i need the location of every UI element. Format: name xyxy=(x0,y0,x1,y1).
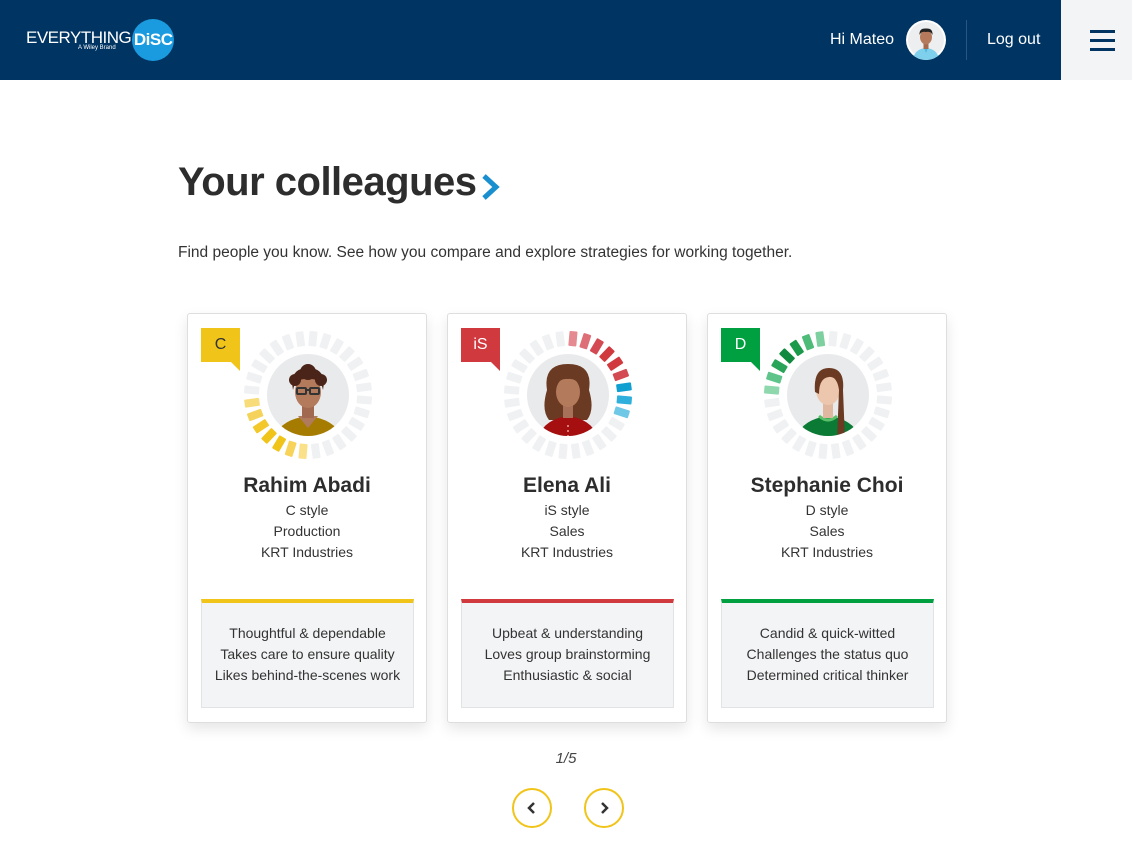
disc-style-badge: iS xyxy=(461,328,500,362)
trait: Challenges the status quo xyxy=(722,644,933,665)
user-greeting: Hi Mateo xyxy=(830,31,894,49)
menu-button[interactable] xyxy=(1061,0,1132,80)
page-title: Your colleagues xyxy=(178,160,477,205)
trait: Enthusiastic & social xyxy=(462,665,673,686)
disc-style-badge: D xyxy=(721,328,760,362)
trait: Likes behind-the-scenes work xyxy=(202,665,413,686)
header-divider xyxy=(966,20,967,60)
trait: Upbeat & understanding xyxy=(462,623,673,644)
colleague-card[interactable]: iS Elena Ali iS style Sales KRT Industri… xyxy=(447,313,687,723)
chevron-right-icon xyxy=(597,801,611,815)
page-indicator: 1/5 xyxy=(0,750,1132,767)
user-avatar-icon xyxy=(906,20,946,60)
colleague-card[interactable]: C Rahim Abadi C style Production KRT Ind… xyxy=(187,313,427,723)
colleague-company: KRT Industries xyxy=(448,544,686,560)
everything-disc-logo[interactable]: EVERYTHING DiSC A Wiley Brand xyxy=(26,19,174,61)
disc-style-badge: C xyxy=(201,328,240,362)
colleague-department: Sales xyxy=(448,523,686,539)
colleague-card[interactable]: D Stephanie Choi D style Sales KRT Indus… xyxy=(707,313,947,723)
trait: Thoughtful & dependable xyxy=(202,623,413,644)
top-navigation-bar: EVERYTHING DiSC A Wiley Brand Hi Mateo L… xyxy=(0,0,1132,80)
traits-box: Upbeat & understanding Loves group brain… xyxy=(461,599,674,708)
next-button[interactable] xyxy=(584,788,624,828)
chevron-right-icon[interactable] xyxy=(480,172,502,202)
logout-link[interactable]: Log out xyxy=(987,31,1040,49)
trait: Takes care to ensure quality xyxy=(202,644,413,665)
traits-box: Candid & quick-witted Challenges the sta… xyxy=(721,599,934,708)
colleague-name: Stephanie Choi xyxy=(708,474,946,498)
user-avatar[interactable] xyxy=(906,20,946,60)
logo-disc-badge: DiSC xyxy=(132,19,174,61)
page-subtitle: Find people you know. See how you compar… xyxy=(178,244,792,262)
colleague-name: Elena Ali xyxy=(448,474,686,498)
trait: Loves group brainstorming xyxy=(462,644,673,665)
logo-text: EVERYTHING xyxy=(26,29,131,46)
trait: Determined critical thinker xyxy=(722,665,933,686)
colleague-style: iS style xyxy=(448,502,686,518)
colleague-company: KRT Industries xyxy=(708,544,946,560)
avatar xyxy=(763,330,893,460)
colleague-department: Production xyxy=(188,523,426,539)
logo-subtitle: A Wiley Brand xyxy=(78,45,116,51)
colleague-style: C style xyxy=(188,502,426,518)
previous-button[interactable] xyxy=(512,788,552,828)
trait: Candid & quick-witted xyxy=(722,623,933,644)
traits-box: Thoughtful & dependable Takes care to en… xyxy=(201,599,414,708)
colleague-style: D style xyxy=(708,502,946,518)
colleague-department: Sales xyxy=(708,523,946,539)
chevron-left-icon xyxy=(525,801,539,815)
colleague-name: Rahim Abadi xyxy=(188,474,426,498)
avatar xyxy=(243,330,373,460)
avatar xyxy=(503,330,633,460)
colleague-company: KRT Industries xyxy=(188,544,426,560)
